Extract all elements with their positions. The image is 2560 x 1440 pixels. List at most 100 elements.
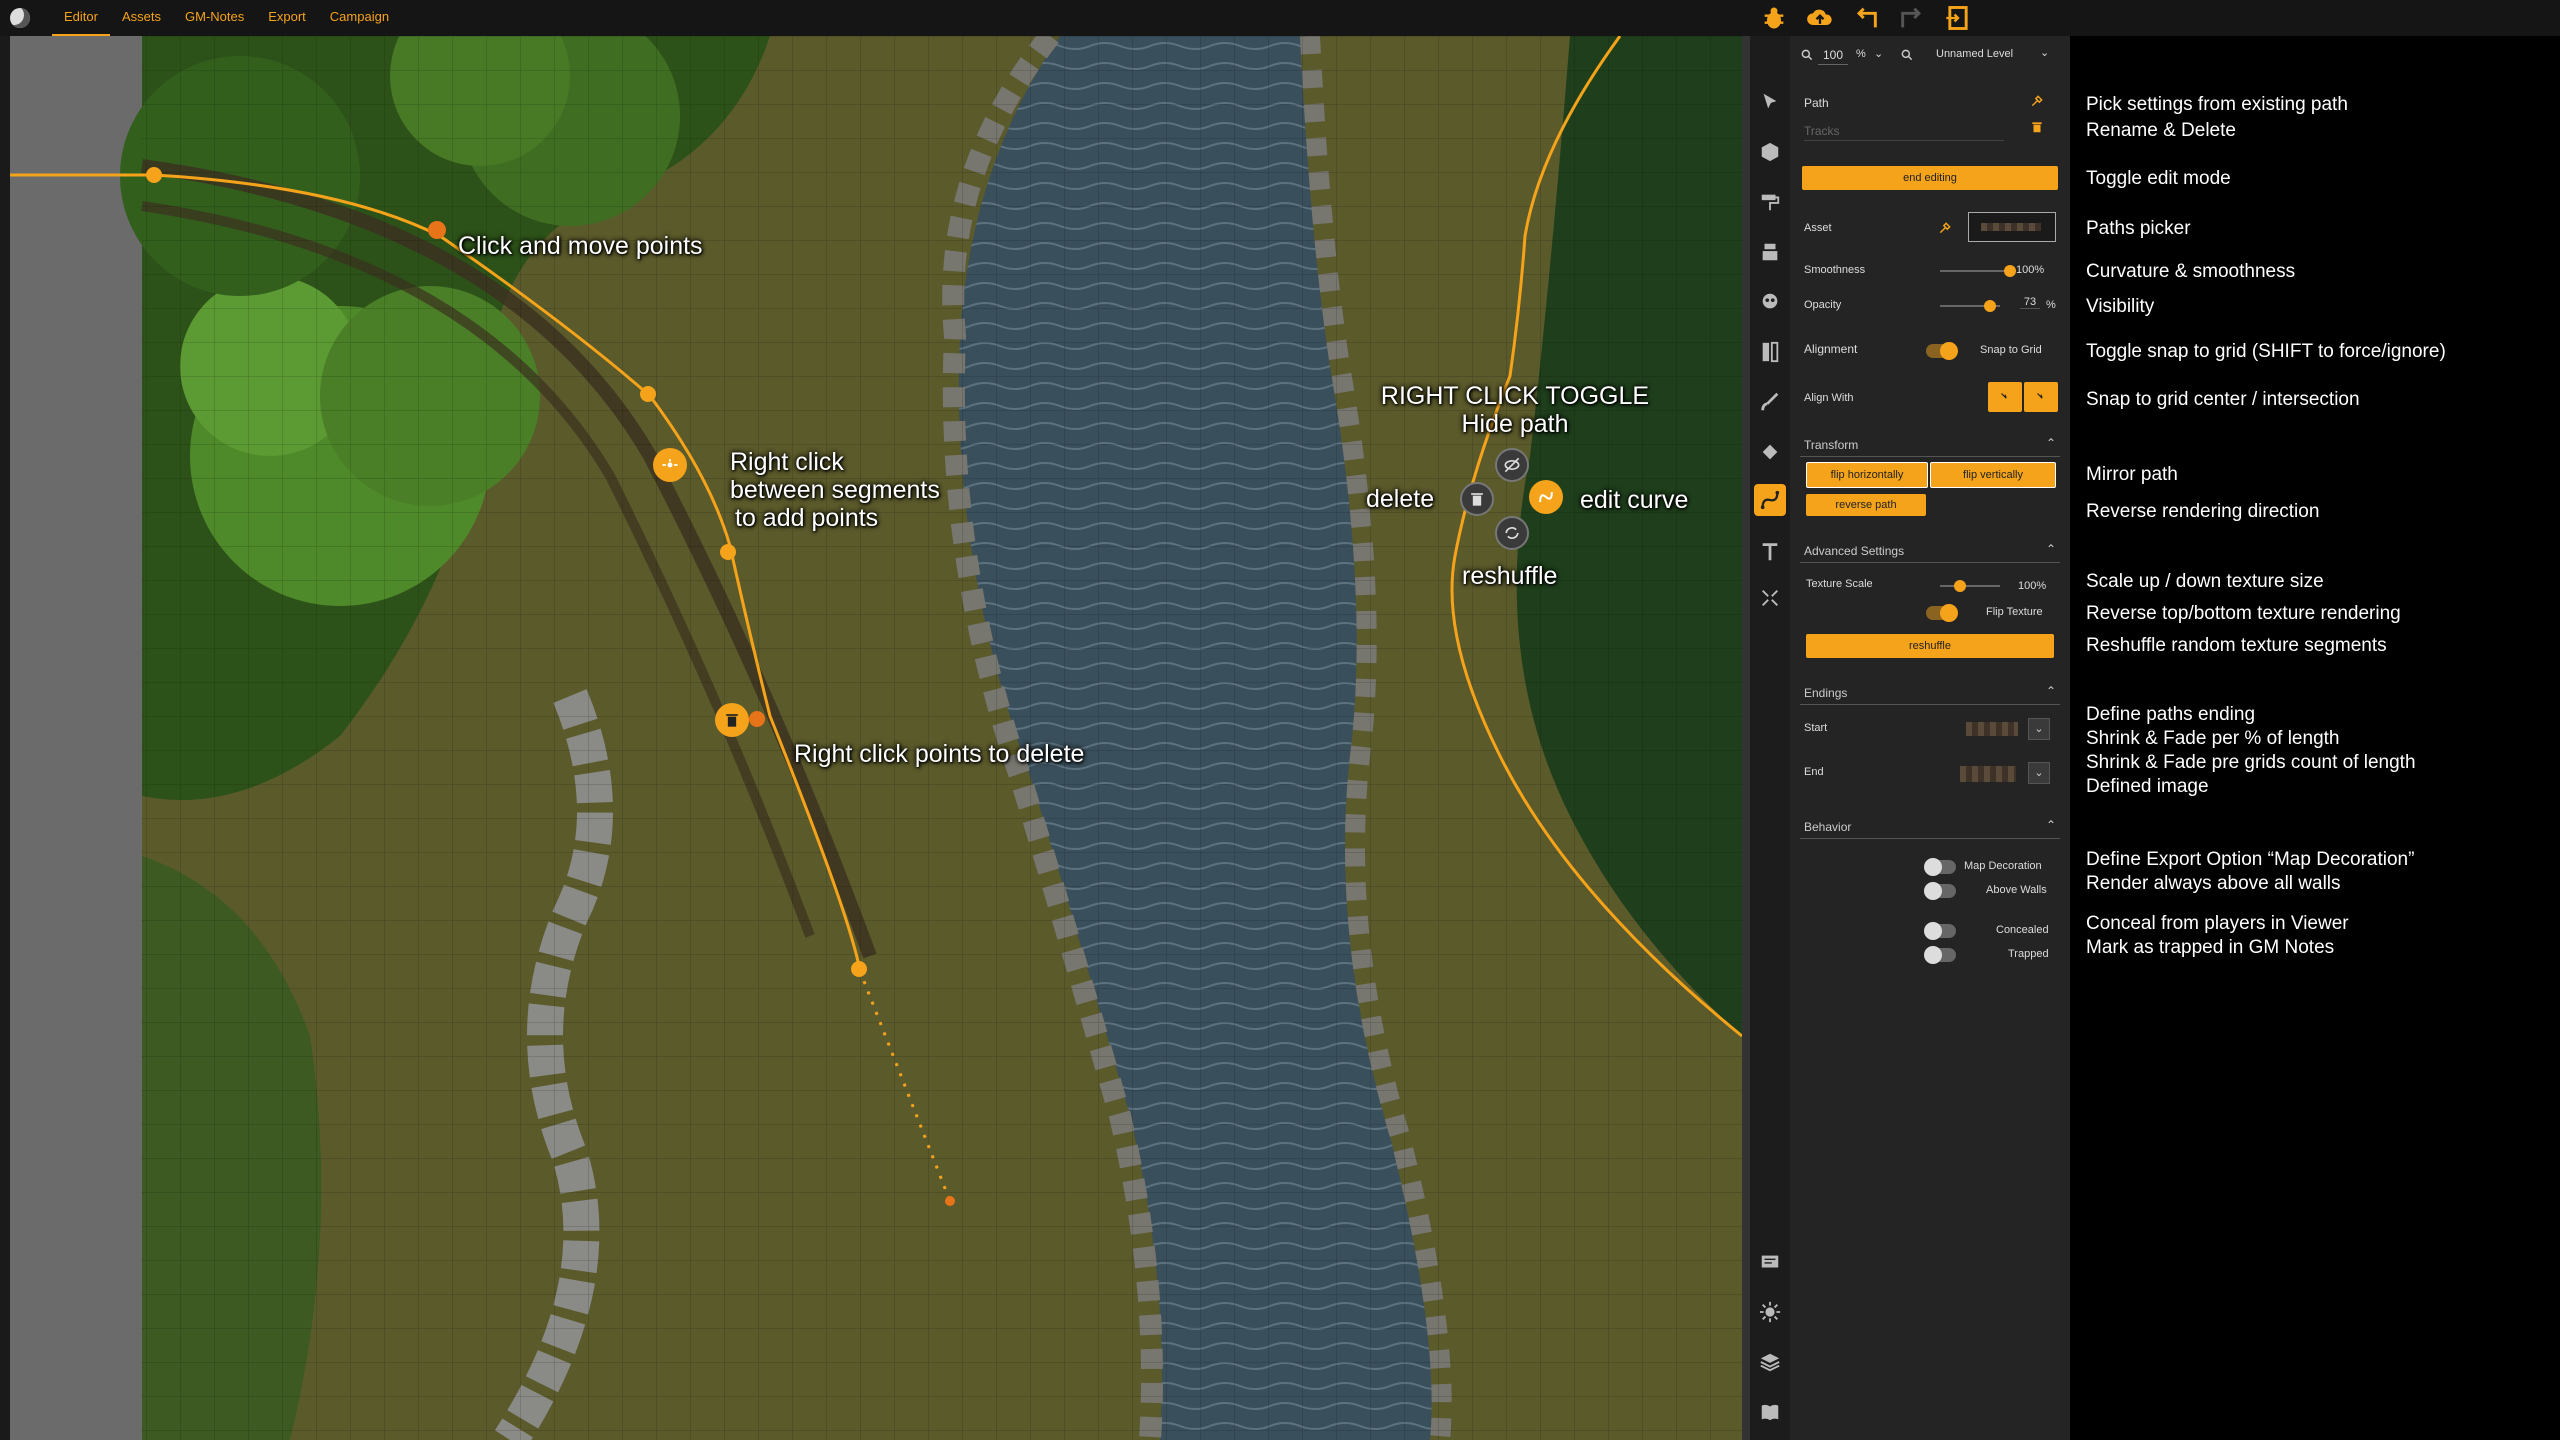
exit-icon[interactable] <box>1944 4 1972 32</box>
hide-path-icon[interactable] <box>1495 448 1529 482</box>
help-reverse-texture: Reverse top/bottom texture rendering <box>2086 603 2401 624</box>
left-gutter <box>0 36 10 1440</box>
annotation-reshuffle: reshuffle <box>1462 562 1558 590</box>
align-center-button[interactable] <box>1988 382 2022 412</box>
undo-icon[interactable] <box>1852 4 1880 32</box>
endings-label: Endings <box>1804 686 1848 700</box>
opacity-input[interactable]: 73 <box>2020 296 2040 309</box>
measure-tool-icon[interactable] <box>1754 582 1786 614</box>
brush-tool-icon[interactable] <box>1754 386 1786 418</box>
chevron-up-icon[interactable]: ⌃ <box>2046 542 2056 556</box>
opacity-slider[interactable] <box>1940 300 2000 312</box>
menu-export[interactable]: Export <box>256 0 318 36</box>
book-icon[interactable] <box>1754 1396 1786 1428</box>
concealed-label: Concealed <box>1996 924 2049 936</box>
menu-assets[interactable]: Assets <box>110 0 173 36</box>
help-paths-picker: Paths picker <box>2086 218 2191 239</box>
chevron-up-icon[interactable]: ⌃ <box>2046 436 2056 450</box>
start-ending-dropdown[interactable]: ⌄ <box>2028 718 2050 740</box>
opacity-unit: % <box>2046 299 2056 311</box>
above-walls-toggle[interactable] <box>1924 882 1956 900</box>
help-toggle-edit: Toggle edit mode <box>2086 168 2231 189</box>
reshuffle-button[interactable]: reshuffle <box>1806 634 2054 658</box>
flip-texture-toggle[interactable] <box>1926 604 1958 622</box>
redo-icon[interactable] <box>1898 4 1926 32</box>
bug-icon[interactable] <box>1760 4 1788 32</box>
transform-section[interactable]: Transform ⌃ <box>1800 434 2060 457</box>
help-snap-grid: Toggle snap to grid (SHIFT to force/igno… <box>2086 341 2446 362</box>
zoom-in-icon[interactable] <box>1900 48 1914 62</box>
chevron-up-icon[interactable]: ⌃ <box>2046 818 2056 832</box>
behavior-section[interactable]: Behavior ⌃ <box>1800 816 2060 839</box>
eyedropper-icon[interactable] <box>2030 94 2044 108</box>
map-decoration-toggle[interactable] <box>1924 858 1956 876</box>
help-conceal: Conceal from players in Viewer <box>2086 913 2349 934</box>
reverse-path-button[interactable]: reverse path <box>1806 494 1926 516</box>
align-intersection-button[interactable] <box>2024 382 2058 412</box>
path-tool-icon[interactable] <box>1754 484 1786 516</box>
advanced-settings-section[interactable]: Advanced Settings ⌃ <box>1800 540 2060 563</box>
trash-icon[interactable] <box>2030 120 2044 134</box>
edit-curve-icon[interactable] <box>1529 480 1563 514</box>
asset-preview[interactable] <box>1968 212 2056 242</box>
lighting-icon[interactable] <box>1754 1296 1786 1328</box>
start-label: Start <box>1804 722 1828 734</box>
concealed-toggle[interactable] <box>1924 922 1956 940</box>
end-ending-dropdown[interactable]: ⌄ <box>2028 762 2050 784</box>
annotation-add-2: between segments <box>730 476 940 504</box>
map-artwork[interactable] <box>10 36 1742 1440</box>
help-reshuffle: Reshuffle random texture segments <box>2086 635 2387 656</box>
reshuffle-icon[interactable] <box>1495 516 1529 550</box>
menu-campaign[interactable]: Campaign <box>318 0 401 36</box>
tool-column <box>1750 36 1790 1440</box>
start-ending-preview <box>1966 722 2018 736</box>
zoom-unit: % <box>1856 48 1866 60</box>
delete-path-icon[interactable] <box>1460 482 1494 516</box>
zoom-chevron-icon[interactable]: ⌄ <box>1874 47 1883 60</box>
help-define-ending: Define paths ending <box>2086 704 2256 725</box>
behavior-label: Behavior <box>1804 820 1852 834</box>
asset-tool-icon[interactable] <box>1754 136 1786 168</box>
delete-point-icon[interactable] <box>715 703 749 737</box>
wall-tool-icon[interactable] <box>1754 236 1786 268</box>
smoothness-label: Smoothness <box>1804 264 1866 276</box>
notes-icon[interactable] <box>1754 1246 1786 1278</box>
trapped-label: Trapped <box>2008 948 2049 960</box>
select-tool-icon[interactable] <box>1754 86 1786 118</box>
endings-section[interactable]: Endings ⌃ <box>1800 682 2060 705</box>
asset-pick-icon[interactable] <box>1938 221 1952 235</box>
smoothness-slider[interactable] <box>1940 265 2016 277</box>
app-logo-icon[interactable] <box>10 8 30 28</box>
zoom-input[interactable]: 100 <box>1818 46 1848 65</box>
map-decoration-label: Map Decoration <box>1964 860 2042 872</box>
zoom-out-icon[interactable] <box>1800 48 1814 62</box>
fog-tool-icon[interactable] <box>1754 286 1786 318</box>
above-walls-label: Above Walls <box>1986 884 2047 896</box>
map-canvas[interactable]: Click and move points Right click betwee… <box>10 36 1742 1440</box>
door-tool-icon[interactable] <box>1754 336 1786 368</box>
menu-editor[interactable]: Editor <box>52 0 110 36</box>
layers-icon[interactable] <box>1754 1346 1786 1378</box>
transform-label: Transform <box>1804 438 1859 452</box>
flip-vertically-button[interactable]: flip vertically <box>1930 462 2056 488</box>
map-scrollbar[interactable] <box>1742 36 1750 1440</box>
text-tool-icon[interactable] <box>1754 536 1786 568</box>
menu-gm-notes[interactable]: GM-Notes <box>173 0 256 36</box>
level-chevron-icon[interactable]: ⌄ <box>2040 46 2049 59</box>
annotation-toggle-title: RIGHT CLICK TOGGLE <box>1380 382 1650 410</box>
fill-tool-icon[interactable] <box>1754 436 1786 468</box>
paint-roller-icon[interactable] <box>1754 186 1786 218</box>
trapped-toggle[interactable] <box>1924 946 1956 964</box>
help-annotations: Pick settings from existing path Rename … <box>2070 36 2560 1440</box>
chevron-up-icon[interactable]: ⌃ <box>2046 684 2056 698</box>
texture-scale-slider[interactable] <box>1940 580 2000 592</box>
snap-to-grid-toggle[interactable] <box>1926 342 1958 360</box>
path-name-input[interactable]: Tracks <box>1804 122 2004 141</box>
add-point-icon[interactable] <box>653 448 687 482</box>
cloud-upload-icon[interactable] <box>1806 4 1834 32</box>
help-trapped: Mark as trapped in GM Notes <box>2086 937 2335 958</box>
end-editing-button[interactable]: end editing <box>1802 166 2058 190</box>
level-select[interactable]: Unnamed Level <box>1936 48 2013 60</box>
flip-horizontally-button[interactable]: flip horizontally <box>1806 462 1928 488</box>
help-map-decoration: Define Export Option “Map Decoration” <box>2086 849 2415 870</box>
